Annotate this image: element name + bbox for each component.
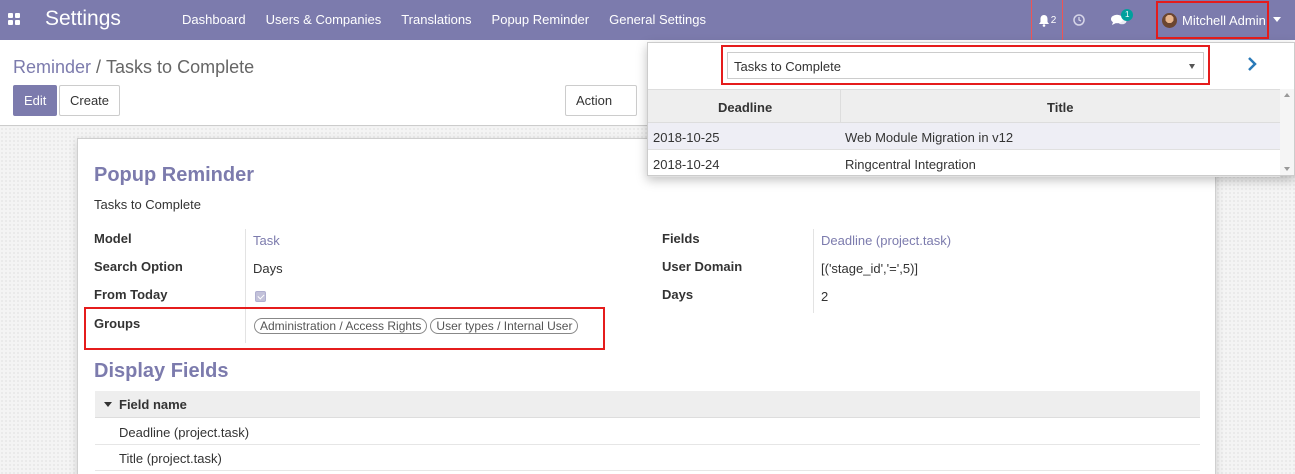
field-name-cell: Deadline (project.task) <box>119 425 250 440</box>
bell-icon <box>1038 14 1049 27</box>
user-name: Mitchell Admin <box>1182 12 1266 28</box>
field-label-days: Days <box>662 287 694 302</box>
field-value-fields[interactable]: Deadline (project.task) <box>821 233 951 248</box>
field-label-user-domain: User Domain <box>662 259 743 274</box>
breadcrumb-separator: / <box>96 57 102 77</box>
top-navbar: Settings Dashboard Users & Companies Tra… <box>0 0 1295 40</box>
form-title: Popup Reminder <box>94 164 255 186</box>
popup-table-header: Deadline Title <box>648 89 1280 124</box>
action-label: Action <box>576 93 613 108</box>
messaging-button[interactable]: 1 <box>1097 0 1141 40</box>
bell-count: 2 <box>1050 14 1057 26</box>
activity-button[interactable] <box>1064 0 1094 40</box>
field-label-model: Model <box>94 231 132 246</box>
avatar <box>1162 12 1177 28</box>
popup-reminder-bell-button[interactable]: 2 <box>1031 0 1063 40</box>
popup-scrollbar[interactable] <box>1280 89 1294 175</box>
apps-grid-icon[interactable] <box>8 13 20 25</box>
user-menu-caret-icon[interactable] <box>1273 17 1281 22</box>
field-label-from-today: From Today <box>94 287 168 302</box>
sort-caret-icon <box>104 402 112 407</box>
chevron-down-icon <box>1189 64 1195 69</box>
display-fields-title: Display Fields <box>94 360 229 382</box>
breadcrumb-current: Tasks to Complete <box>106 57 255 77</box>
menu-item-translations[interactable]: Translations <box>391 0 481 40</box>
field-separator <box>813 229 814 313</box>
table-row[interactable]: 2018-10-25 Web Module Migration in v12 <box>648 123 1280 150</box>
deadline-cell: 2018-10-24 <box>653 157 720 172</box>
chat-count-badge: 1 <box>1121 9 1134 21</box>
field-label-search-option: Search Option <box>94 259 183 274</box>
table-row[interactable]: Title (project.task) <box>95 445 1200 471</box>
menu-item-popup-reminder[interactable]: Popup Reminder <box>482 0 600 40</box>
table-row[interactable]: 2018-10-24 Ringcentral Integration <box>648 150 1280 177</box>
form-sheet: Popup Reminder Tasks to Complete Model T… <box>77 138 1216 474</box>
column-header-deadline[interactable]: Deadline <box>718 100 772 115</box>
title-cell: Ringcentral Integration <box>845 157 976 172</box>
clock-icon <box>1073 14 1085 26</box>
groups-highlight-box <box>84 307 605 350</box>
main-menu: Dashboard Users & Companies Translations… <box>172 0 716 40</box>
menu-item-general-settings[interactable]: General Settings <box>599 0 716 40</box>
popup-reminder-dropdown: Tasks to Complete Deadline Title 2018-10… <box>647 42 1295 177</box>
table-row[interactable]: Deadline (project.task) <box>95 419 1200 445</box>
reminder-select-value: Tasks to Complete <box>734 59 841 74</box>
field-value-model[interactable]: Task <box>253 233 280 248</box>
from-today-checkbox[interactable] <box>255 291 266 302</box>
column-header-field-name[interactable]: Field name <box>119 397 187 412</box>
scroll-up-icon[interactable] <box>1284 93 1290 97</box>
reminder-select[interactable]: Tasks to Complete <box>727 52 1204 79</box>
column-header-title[interactable]: Title <box>1047 100 1074 115</box>
deadline-cell: 2018-10-25 <box>653 130 720 145</box>
menu-item-dashboard[interactable]: Dashboard <box>172 0 256 40</box>
user-menu-button[interactable]: Mitchell Admin <box>1156 1 1269 39</box>
menu-item-users-companies[interactable]: Users & Companies <box>256 0 392 40</box>
field-value-search-option[interactable]: Days <box>253 261 283 276</box>
edit-button[interactable]: Edit <box>13 85 58 116</box>
title-cell: Web Module Migration in v12 <box>845 130 1014 145</box>
display-fields-header[interactable]: Field name <box>95 391 1200 418</box>
app-title: Settings <box>45 7 121 30</box>
column-divider <box>840 90 841 124</box>
form-subtitle[interactable]: Tasks to Complete <box>94 197 201 212</box>
action-dropdown-button[interactable]: Action <box>565 85 637 132</box>
breadcrumb-parent[interactable]: Reminder <box>13 57 91 77</box>
field-value-days[interactable]: 2 <box>821 289 828 304</box>
field-name-cell: Title (project.task) <box>119 451 222 466</box>
field-label-fields: Fields <box>662 231 700 246</box>
create-button[interactable]: Create <box>59 85 121 116</box>
scroll-down-icon[interactable] <box>1284 167 1290 171</box>
breadcrumb: Reminder / Tasks to Complete <box>13 57 254 78</box>
field-value-user-domain[interactable]: [('stage_id','=',5)] <box>821 261 918 276</box>
reminder-select-highlight: Tasks to Complete <box>721 45 1210 85</box>
chevron-right-icon[interactable] <box>1246 56 1258 72</box>
